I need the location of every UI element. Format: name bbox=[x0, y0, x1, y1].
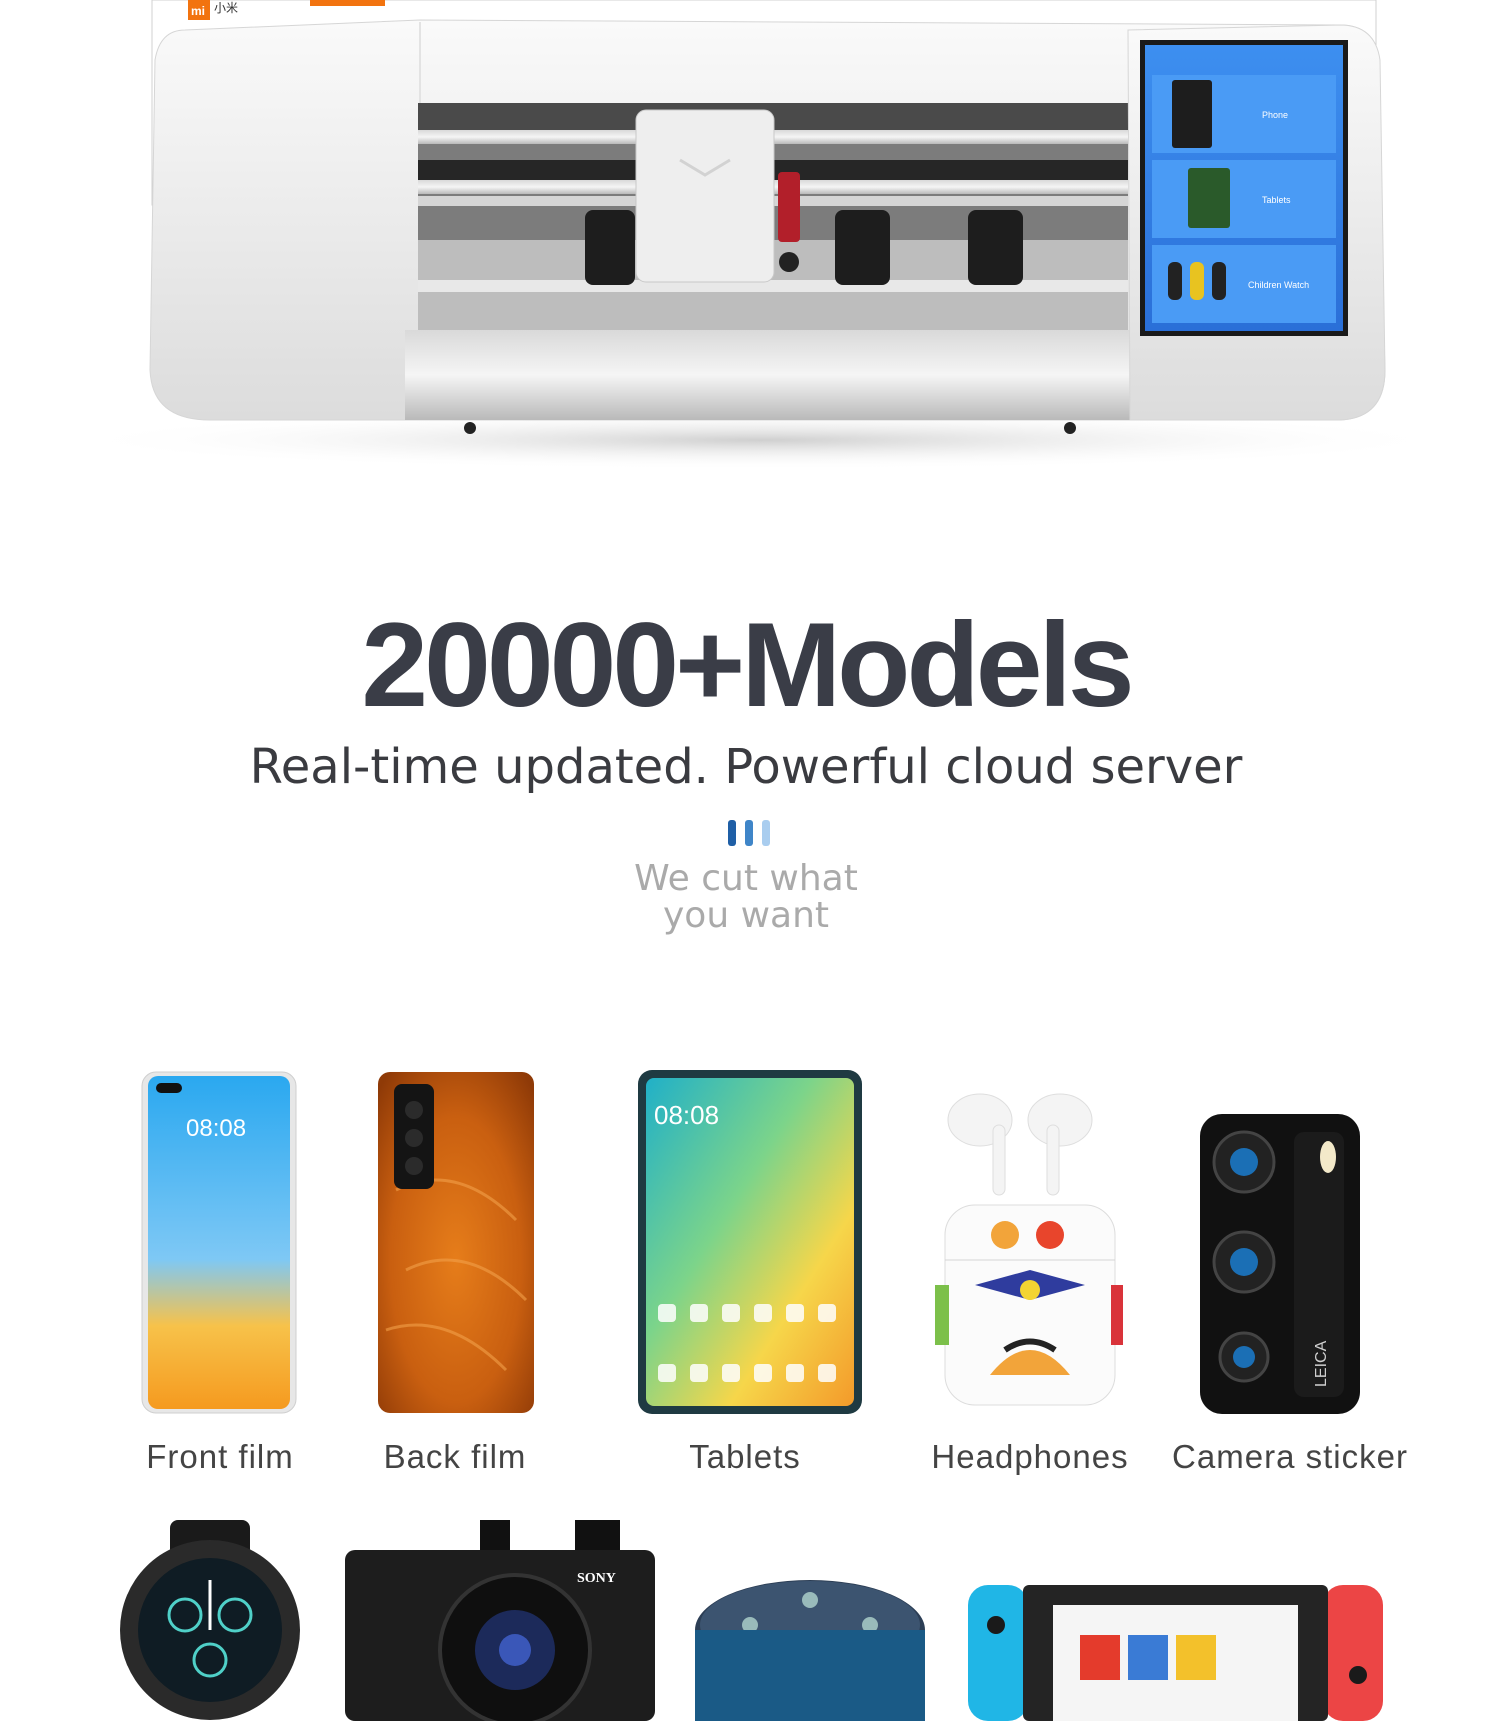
product-headphones bbox=[935, 1085, 1125, 1419]
front-film-phone-image: 08:08 bbox=[141, 1071, 297, 1414]
product-smartwatch bbox=[115, 1520, 305, 1725]
cutting-machine-image: mi 小米 Phone Tablets Children Watch bbox=[0, 0, 1492, 480]
product-back-film bbox=[376, 1070, 536, 1419]
caption-front-film: Front film bbox=[146, 1438, 294, 1475]
screen-item-watch-label: Children Watch bbox=[1248, 280, 1310, 290]
tagline-line1: We cut what bbox=[634, 858, 858, 899]
caption-tablets: Tablets bbox=[689, 1438, 801, 1475]
product-smart-speaker bbox=[690, 1575, 930, 1725]
digital-camera-image: SONY bbox=[345, 1520, 655, 1725]
caption-camera-sticker: Camera sticker bbox=[1172, 1438, 1408, 1475]
page-subtitle: Real-time updated. Powerful cloud server bbox=[249, 739, 1243, 795]
tablet-time: 08:08 bbox=[654, 1100, 719, 1130]
caption-headphones: Headphones bbox=[931, 1438, 1129, 1475]
product-game-console bbox=[968, 1580, 1384, 1725]
caption-back-film: Back film bbox=[383, 1438, 527, 1475]
tagline-line2: you want bbox=[662, 895, 830, 936]
decorative-bars-icon bbox=[728, 820, 784, 846]
product-camera: SONY bbox=[345, 1520, 655, 1725]
tagline: We cut what you want bbox=[596, 860, 896, 934]
screen-item-tablets-label: Tablets bbox=[1262, 195, 1291, 205]
leica-brand-text: LEICA bbox=[1313, 1340, 1330, 1387]
brand-name-text: 小米 bbox=[214, 1, 238, 15]
screen-item-phone-label: Phone bbox=[1262, 110, 1289, 120]
product-tablets: 08:08 bbox=[636, 1068, 864, 1420]
smartwatch-image bbox=[120, 1520, 300, 1720]
tablet-image: 08:08 bbox=[638, 1070, 862, 1414]
camera-sticker-image: LEICA bbox=[1200, 1114, 1360, 1414]
product-front-film: 08:08 bbox=[140, 1070, 300, 1419]
page-title: 20000+Models bbox=[361, 598, 1134, 732]
brand-logo-text: mi bbox=[191, 4, 205, 18]
smart-speaker-image bbox=[695, 1580, 925, 1721]
back-film-phone-image bbox=[378, 1072, 534, 1413]
product-camera-sticker: LEICA bbox=[1198, 1112, 1362, 1420]
front-film-time: 08:08 bbox=[186, 1115, 246, 1142]
camera-brand-text: SONY bbox=[577, 1571, 616, 1586]
cutting-machine-illustration: mi 小米 bbox=[60, 0, 1460, 470]
headphones-image bbox=[935, 1093, 1123, 1406]
game-console-image bbox=[968, 1585, 1383, 1721]
